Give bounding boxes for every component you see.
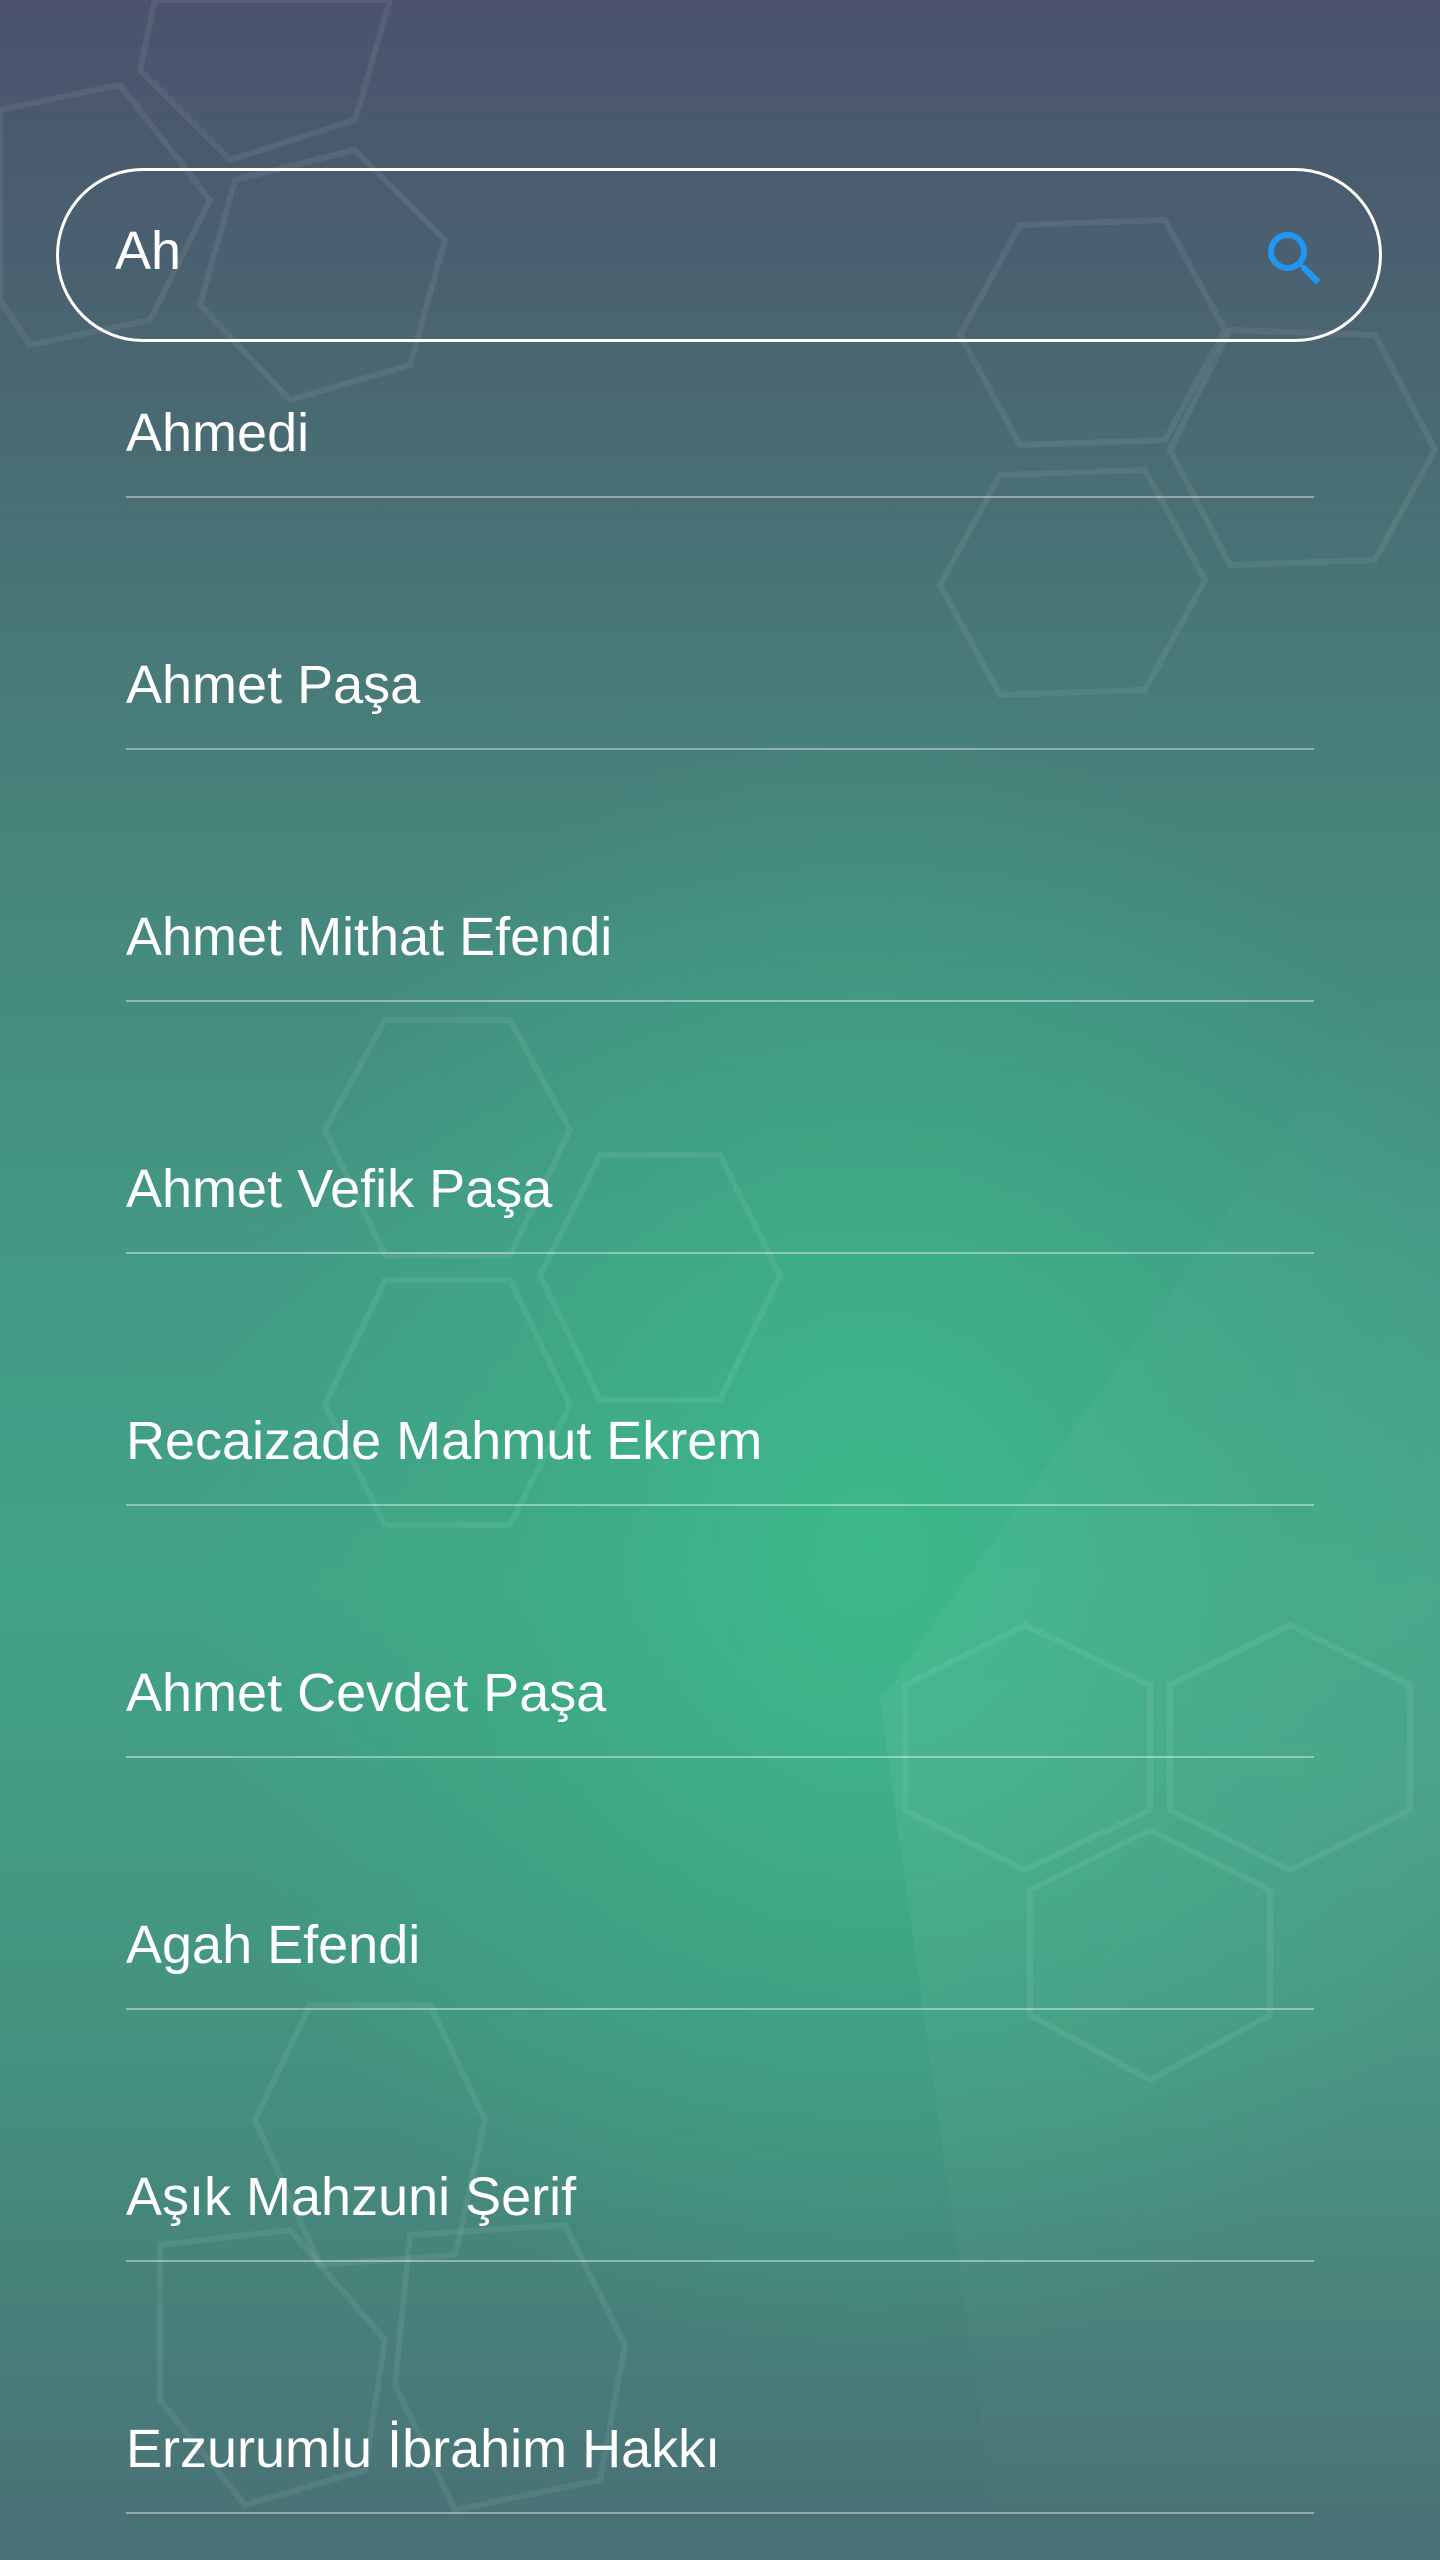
search-input[interactable] <box>115 211 1175 291</box>
result-item-asik-mahzuni-serif[interactable]: Aşık Mahzuni Şerif <box>126 2010 1314 2262</box>
result-item-agah-efendi[interactable]: Agah Efendi <box>126 1758 1314 2010</box>
result-label: Ahmet Cevdet Paşa <box>126 1663 607 1723</box>
result-item-ahmedi[interactable]: Ahmedi <box>126 342 1314 498</box>
result-label: Erzurumlu İbrahim Hakkı <box>126 2419 721 2479</box>
result-label: Ahmet Vefik Paşa <box>126 1159 553 1219</box>
result-item-erzurumlu-ibrahim-hakki[interactable]: Erzurumlu İbrahim Hakkı <box>126 2262 1314 2514</box>
search-icon[interactable] <box>1259 223 1331 295</box>
results-list: Ahmedi Ahmet Paşa Ahmet Mithat Efendi Ah… <box>126 342 1314 2514</box>
result-item-recaizade-mahmut-ekrem[interactable]: Recaizade Mahmut Ekrem <box>126 1254 1314 1506</box>
result-label: Agah Efendi <box>126 1915 421 1975</box>
result-item-ahmet-cevdet-pasa[interactable]: Ahmet Cevdet Paşa <box>126 1506 1314 1758</box>
search-bar <box>56 168 1382 342</box>
result-label: Ahmedi <box>126 403 310 463</box>
result-item-ahmet-mithat-efendi[interactable]: Ahmet Mithat Efendi <box>126 750 1314 1002</box>
result-label: Recaizade Mahmut Ekrem <box>126 1411 763 1471</box>
result-label: Ahmet Mithat Efendi <box>126 907 613 967</box>
result-label: Aşık Mahzuni Şerif <box>126 2167 577 2227</box>
result-label: Ahmet Paşa <box>126 655 421 715</box>
divider <box>126 2512 1314 2514</box>
result-item-ahmet-vefik-pasa[interactable]: Ahmet Vefik Paşa <box>126 1002 1314 1254</box>
result-item-ahmet-pasa[interactable]: Ahmet Paşa <box>126 498 1314 750</box>
